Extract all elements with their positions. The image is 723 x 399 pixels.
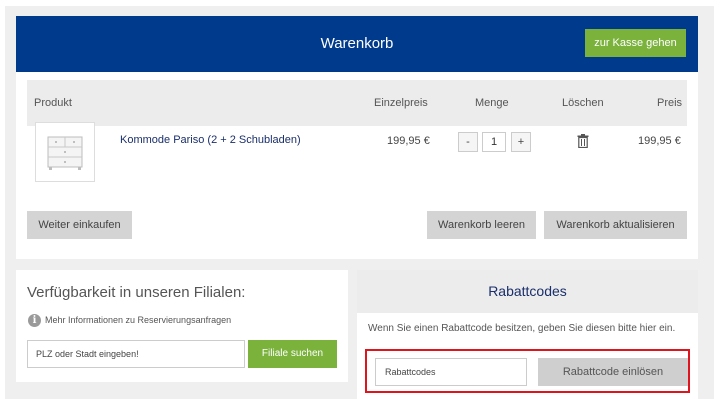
update-cart-button[interactable]: Warenkorb aktualisieren (544, 211, 687, 239)
discount-header: Rabattcodes (357, 270, 698, 313)
info-icon: i (28, 314, 41, 327)
cart-table-header: Produkt Einzelpreis Menge Löschen Preis (27, 80, 687, 126)
availability-title: Verfügbarkeit in unseren Filialen: (27, 284, 246, 301)
column-unit-price: Einzelpreis (374, 97, 428, 109)
store-availability-panel: Verfügbarkeit in unseren Filialen: i Meh… (16, 270, 348, 382)
discount-title: Rabattcodes (488, 283, 567, 299)
cart-header: Warenkorb zur Kasse gehen (16, 16, 698, 72)
product-thumbnail[interactable] (35, 122, 95, 182)
unit-price: 199,95 € (387, 135, 430, 147)
zip-city-input[interactable] (27, 340, 245, 368)
column-delete: Löschen (562, 97, 604, 109)
column-quantity: Menge (475, 97, 509, 109)
redeem-code-button[interactable]: Rabattcode einlösen (538, 358, 688, 386)
trash-icon[interactable] (577, 134, 589, 148)
discount-code-panel: Rabattcodes Wenn Sie einen Rabattcode be… (357, 270, 698, 399)
checkout-button[interactable]: zur Kasse gehen (585, 29, 686, 57)
column-price: Preis (657, 97, 683, 109)
empty-cart-button[interactable]: Warenkorb leeren (427, 211, 536, 239)
quantity-input[interactable] (482, 132, 506, 152)
discount-code-input[interactable] (375, 358, 527, 386)
continue-shopping-button[interactable]: Weiter einkaufen (27, 211, 132, 239)
reservation-info-link[interactable]: Mehr Informationen zu Reservierungsanfra… (45, 315, 231, 325)
search-store-button[interactable]: Filiale suchen (248, 340, 337, 368)
quantity-decrease-button[interactable]: - (458, 132, 478, 152)
discount-description: Wenn Sie einen Rabattcode besitzen, gebe… (368, 323, 676, 334)
product-name-link[interactable]: Kommode Pariso (2 + 2 Schubladen) (120, 134, 301, 146)
line-total-price: 199,95 € (638, 135, 681, 147)
cart-panel: Warenkorb zur Kasse gehen Produkt Einzel… (16, 16, 698, 259)
quantity-increase-button[interactable]: + (511, 132, 531, 152)
column-product: Produkt (34, 97, 72, 109)
dresser-image (47, 136, 83, 170)
